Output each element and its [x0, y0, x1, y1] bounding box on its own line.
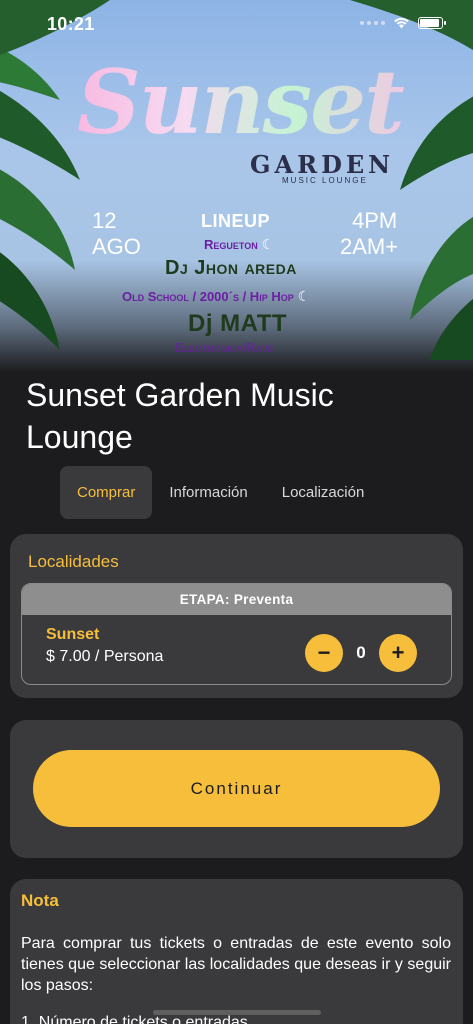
nota-step-1: 1. Número de tickets o entradas [21, 1014, 248, 1024]
continue-card: Continuar [10, 720, 463, 858]
tab-informacion[interactable]: Información [152, 466, 264, 519]
quantity-value: 0 [356, 643, 366, 662]
tab-comprar[interactable]: Comprar [60, 466, 153, 519]
poster-genre-1: Regueton ☾ [204, 236, 274, 253]
moon-icon: ☾ [297, 288, 311, 304]
poster-lineup-label: LINEUP [201, 211, 271, 231]
tab-bar: Comprar Información Localización [60, 466, 381, 519]
poster-genre-2-label: Old School / 2000´s / Hip Hop [122, 289, 294, 304]
poster-date-day: 12 [92, 208, 117, 233]
localidades-title: Localidades [28, 552, 119, 571]
poster-dj-2: Dj MATT [188, 310, 288, 337]
status-bar: 10:21 [0, 0, 473, 50]
poster-time-end: 2AM+ [340, 234, 399, 259]
poster-tagline: MUSIC LOUNGE [282, 176, 368, 185]
ticket-price: $ 7.00 / Persona [46, 648, 164, 665]
ticket-name: Sunset [46, 626, 100, 643]
continue-button[interactable]: Continuar [33, 750, 440, 827]
tab-localizacion[interactable]: Localización [265, 466, 382, 519]
nota-body: Para comprar tus tickets o entradas de e… [21, 935, 451, 994]
wifi-icon [394, 17, 409, 29]
battery-icon [418, 16, 446, 29]
poster-dj-1: Dj Jhon areda [165, 257, 297, 279]
home-indicator [153, 1010, 321, 1015]
poster-time-start: 4PM [352, 208, 398, 233]
ticket-option: ETAPA: Preventa Sunset $ 7.00 / Persona … [21, 583, 452, 685]
plus-icon: + [391, 640, 405, 665]
nota-card: Nota Para comprar tus tickets o entradas… [10, 879, 463, 1024]
event-title: Sunset Garden Music Lounge [26, 377, 334, 455]
signal-icon [360, 20, 385, 25]
localidades-card: Localidades ETAPA: Preventa Sunset $ 7.0… [10, 534, 463, 698]
poster-title: Sunset [60, 58, 420, 146]
poster-genre-3: Electrónica/Rave [175, 340, 274, 355]
poster-genre-2: Old School / 2000´s / Hip Hop ☾ [122, 288, 310, 305]
status-time: 10:21 [47, 14, 95, 34]
minus-icon: − [317, 640, 331, 665]
poster-subtitle: GARDEN [250, 150, 395, 179]
moon-icon: ☾ [261, 236, 275, 252]
quantity-stepper: − 0 + [305, 634, 417, 672]
status-icons [360, 16, 446, 29]
poster-date-month: AGO [92, 234, 141, 259]
increment-button[interactable]: + [379, 634, 417, 672]
poster-genre-1-label: Regueton [204, 237, 258, 252]
nota-title: Nota [21, 891, 59, 910]
stage-badge: ETAPA: Preventa [22, 584, 451, 615]
decrement-button[interactable]: − [305, 634, 343, 672]
event-poster: 10:21 Sunset GARDEN MUSIC LOUNGE 12 AGO … [0, 0, 473, 372]
